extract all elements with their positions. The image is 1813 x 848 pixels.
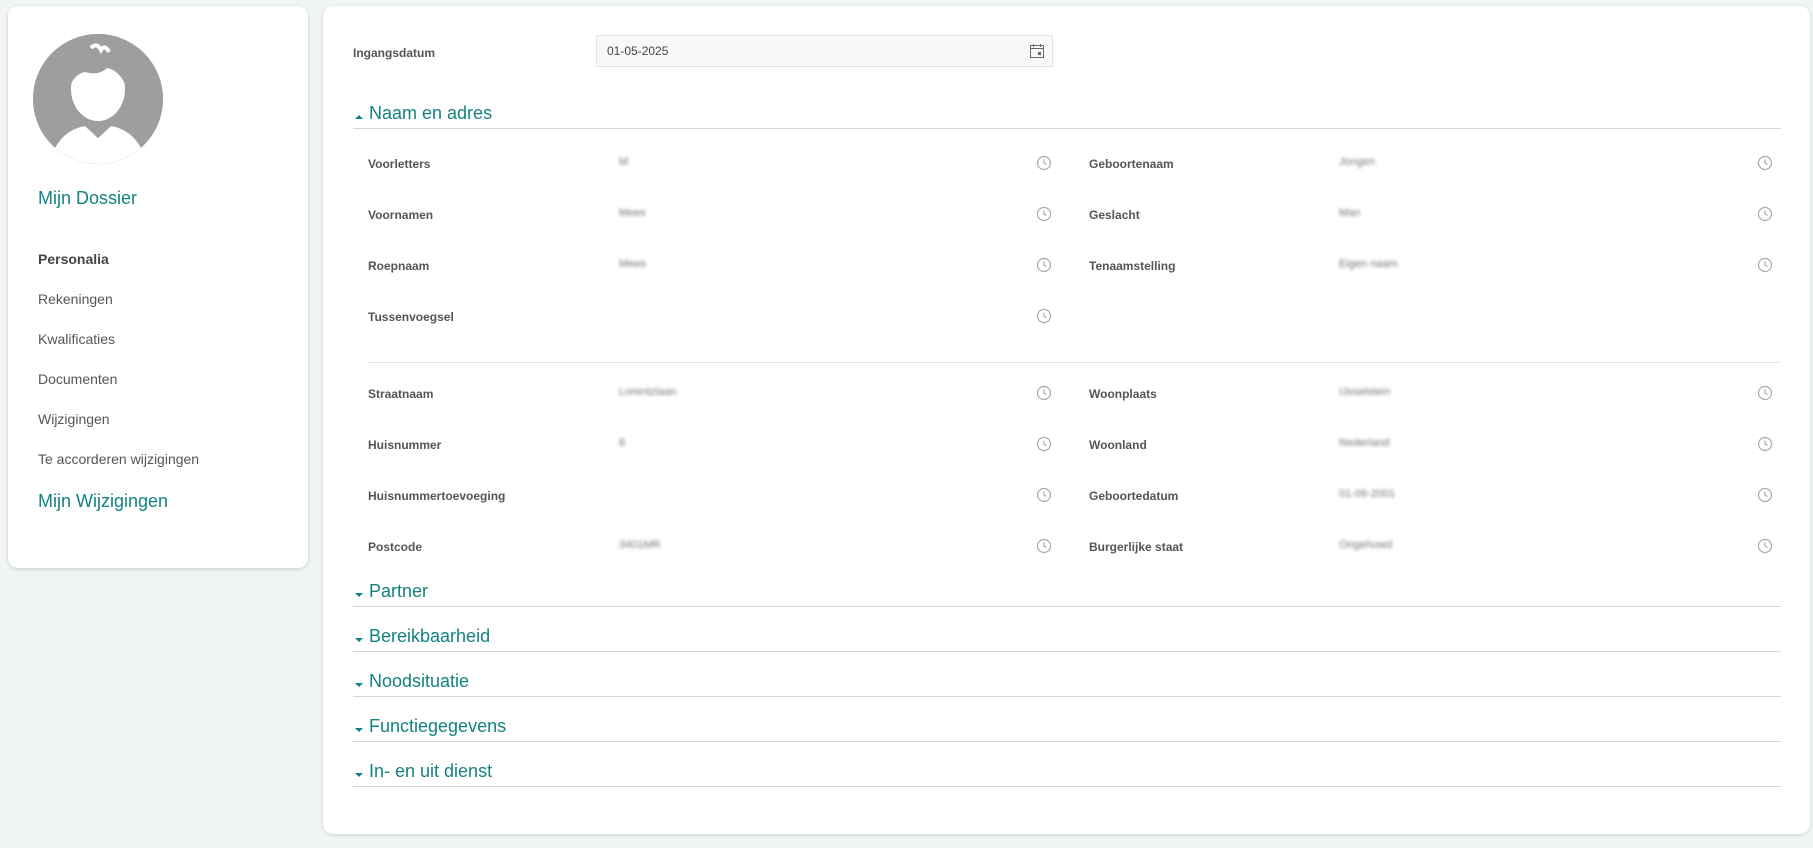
burgerlijke-staat-label: Burgerlijke staat xyxy=(1089,540,1184,554)
voornamen-value: Mees xyxy=(619,207,646,219)
history-icon[interactable] xyxy=(1757,206,1773,222)
sidebar-item-te-accorderen-wijzigingen[interactable]: Te accorderen wijzigingen xyxy=(38,439,298,479)
roepnaam-label: Roepnaam xyxy=(368,259,430,273)
history-icon[interactable] xyxy=(1036,436,1052,452)
section-partner[interactable]: Partner xyxy=(353,581,1781,607)
section-title: Partner xyxy=(369,581,429,601)
burgerlijke-staat-value: Ongehuwd xyxy=(1339,539,1393,551)
history-icon[interactable] xyxy=(1757,257,1773,273)
history-icon[interactable] xyxy=(1757,487,1773,503)
section-bereikbaarheid[interactable]: Bereikbaarheid xyxy=(353,626,1781,652)
straatnaam-label: Straatnaam xyxy=(368,387,434,401)
geslacht-value: Man xyxy=(1339,207,1361,219)
sidebar-item-kwalificaties[interactable]: Kwalificaties xyxy=(38,319,298,359)
section-in-en-uit-dienst[interactable]: In- en uit dienst xyxy=(353,761,1781,787)
woonplaats-label: Woonplaats xyxy=(1089,387,1157,401)
history-icon[interactable] xyxy=(1036,206,1052,222)
history-icon[interactable] xyxy=(1036,385,1052,401)
history-icon[interactable] xyxy=(1757,538,1773,554)
sidebar-item-wijzigingen[interactable]: Wijzigingen xyxy=(38,399,298,439)
woonland-value: Nederland xyxy=(1339,437,1390,449)
section-title: Bereikbaarheid xyxy=(369,626,491,646)
straatnaam-value: Lorentzlaan xyxy=(619,386,677,398)
sidebar-item-rekeningen[interactable]: Rekeningen xyxy=(38,279,298,319)
voorletters-label: Voorletters xyxy=(368,157,431,171)
divider xyxy=(367,362,1781,363)
section-title: Naam en adres xyxy=(369,103,493,123)
caret-up-icon xyxy=(355,115,363,119)
geboortedatum-label: Geboortedatum xyxy=(1089,489,1179,503)
ingangsdatum-input[interactable]: 01-05-2025 xyxy=(596,35,1053,67)
caret-down-icon xyxy=(355,683,363,687)
geboortenaam-label: Geboortenaam xyxy=(1089,157,1174,171)
tenaamstelling-value: Eigen naam xyxy=(1339,258,1398,270)
geslacht-label: Geslacht xyxy=(1089,208,1140,222)
woonland-label: Woonland xyxy=(1089,438,1147,452)
huisnummer-label: Huisnummer xyxy=(368,438,442,452)
mijn-dossier-link[interactable]: Mijn Dossier xyxy=(38,188,137,209)
sidebar-nav: Personalia Rekeningen Kwalificaties Docu… xyxy=(38,239,298,479)
history-icon[interactable] xyxy=(1036,257,1052,273)
history-icon[interactable] xyxy=(1036,538,1052,554)
user-avatar-icon xyxy=(33,34,163,164)
main-panel: Ingangsdatum 01-05-2025 Naam en adres Vo… xyxy=(323,6,1810,834)
history-icon[interactable] xyxy=(1036,155,1052,171)
postcode-label: Postcode xyxy=(368,540,423,554)
section-title: Functiegegevens xyxy=(369,716,507,736)
woonplaats-value: IJsselstein xyxy=(1339,386,1391,398)
voornamen-label: Voornamen xyxy=(368,208,434,222)
calendar-icon[interactable] xyxy=(1029,43,1045,59)
mijn-wijzigingen-link[interactable]: Mijn Wijzigingen xyxy=(38,491,168,512)
ingangsdatum-value: 01-05-2025 xyxy=(607,44,669,58)
history-icon[interactable] xyxy=(1757,385,1773,401)
huisnummertoevoeging-label: Huisnummertoevoeging xyxy=(368,489,506,503)
tussenvoegsel-label: Tussenvoegsel xyxy=(368,310,454,324)
history-icon[interactable] xyxy=(1036,487,1052,503)
section-title: In- en uit dienst xyxy=(369,761,493,781)
sidebar-item-documenten[interactable]: Documenten xyxy=(38,359,298,399)
huisnummer-value: 8 xyxy=(619,437,626,449)
caret-down-icon xyxy=(355,773,363,777)
section-naam-en-adres[interactable]: Naam en adres xyxy=(353,103,1781,129)
avatar xyxy=(33,34,163,164)
ingangsdatum-label: Ingangsdatum xyxy=(353,46,436,60)
voorletters-value: M xyxy=(619,156,629,168)
section-noodsituatie[interactable]: Noodsituatie xyxy=(353,671,1781,697)
postcode-value: 3401MR xyxy=(619,539,661,551)
history-icon[interactable] xyxy=(1036,308,1052,324)
caret-down-icon xyxy=(355,593,363,597)
sidebar: Mijn Dossier Personalia Rekeningen Kwali… xyxy=(8,6,308,568)
history-icon[interactable] xyxy=(1757,436,1773,452)
history-icon[interactable] xyxy=(1757,155,1773,171)
section-functiegegevens[interactable]: Functiegegevens xyxy=(353,716,1781,742)
geboortenaam-value: Jongen xyxy=(1339,156,1376,168)
tenaamstelling-label: Tenaamstelling xyxy=(1089,259,1176,273)
section-title: Noodsituatie xyxy=(369,671,470,691)
roepnaam-value: Mees xyxy=(619,258,646,270)
caret-down-icon xyxy=(355,728,363,732)
caret-down-icon xyxy=(355,638,363,642)
geboortedatum-value: 01-06-2001 xyxy=(1339,488,1396,500)
sidebar-item-personalia[interactable]: Personalia xyxy=(38,239,298,279)
